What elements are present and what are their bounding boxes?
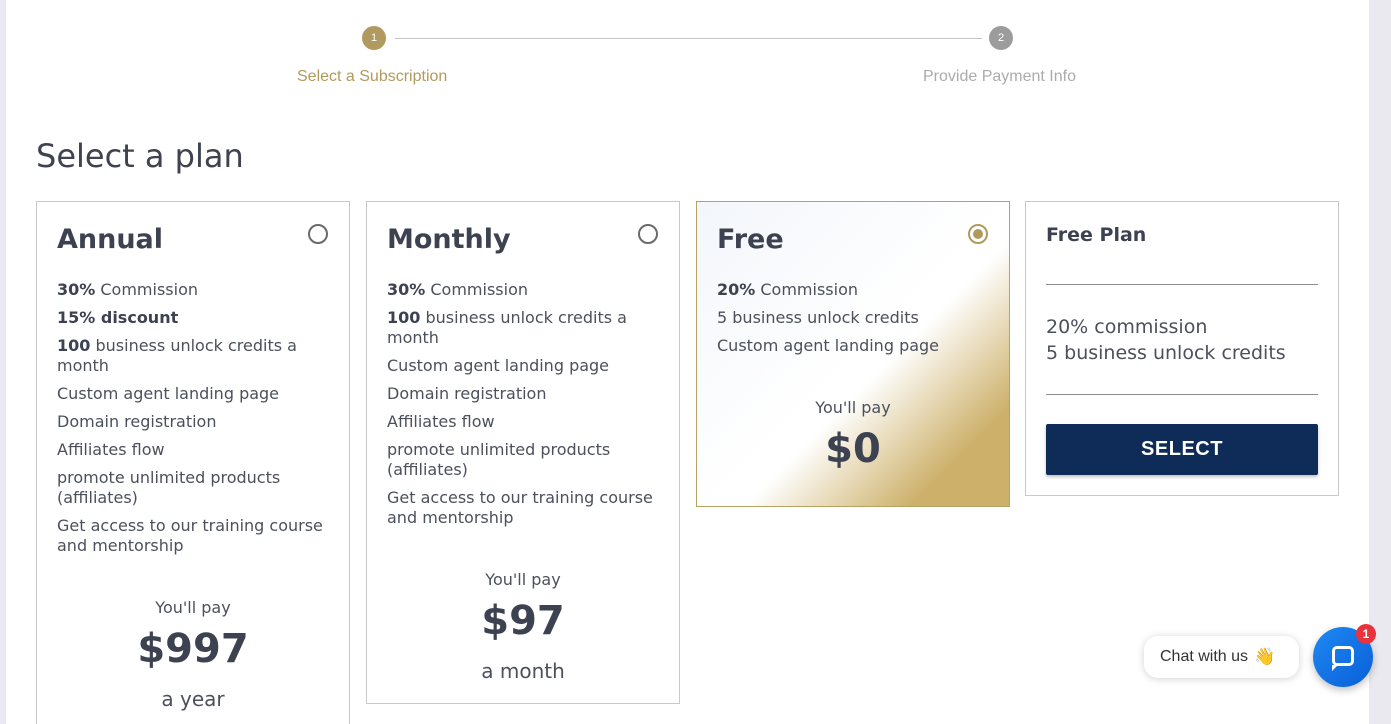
feature-item: 5 business unlock credits bbox=[717, 308, 919, 327]
step-1-label: Select a Subscription bbox=[297, 68, 448, 85]
feature-item: Get access to our training course and me… bbox=[57, 516, 323, 555]
plan-price: $0 bbox=[825, 426, 881, 472]
feature-item: Custom agent landing page bbox=[57, 384, 280, 403]
pay-label: You'll pay bbox=[815, 398, 891, 417]
feature-item: promote unlimited products (affiliates) bbox=[387, 440, 611, 479]
plan-radio-annual[interactable] bbox=[308, 224, 328, 244]
pay-label: You'll pay bbox=[155, 598, 231, 617]
chat-label: Chat with us bbox=[1160, 648, 1249, 665]
plan-summary: Free Plan 20% commission 5 business unlo… bbox=[1025, 201, 1339, 496]
plan-period: a year bbox=[161, 687, 225, 711]
stepper-connector bbox=[395, 38, 982, 39]
plan-title: Annual bbox=[57, 224, 164, 255]
unread-badge: 1 bbox=[1356, 624, 1376, 644]
feature-item: 20% Commission bbox=[717, 280, 859, 299]
plan-radio-monthly[interactable] bbox=[638, 224, 658, 244]
summary-line: 20% commission bbox=[1046, 316, 1208, 338]
step-1-indicator: 1 bbox=[362, 26, 386, 50]
plan-features: 30% Commission 100 business unlock credi… bbox=[387, 280, 662, 536]
feature-item: 30% Commission bbox=[387, 280, 529, 299]
plan-price: $997 bbox=[137, 626, 249, 672]
feature-item: 100 business unlock credits a month bbox=[387, 308, 627, 347]
feature-item: Custom agent landing page bbox=[387, 356, 610, 375]
plan-features: 20% Commission 5 business unlock credits… bbox=[717, 280, 992, 364]
plan-title: Free bbox=[717, 224, 784, 255]
plan-period: a month bbox=[481, 659, 565, 683]
step-2-indicator: 2 bbox=[989, 26, 1013, 50]
feature-item: 100 business unlock credits a month bbox=[57, 336, 297, 375]
feature-item: promote unlimited products (affiliates) bbox=[57, 468, 281, 507]
plan-title: Monthly bbox=[387, 224, 511, 255]
plan-price: $97 bbox=[481, 598, 565, 644]
feature-item: 30% Commission bbox=[57, 280, 199, 299]
plan-card-free[interactable]: Free 20% Commission 5 business unlock cr… bbox=[696, 201, 1010, 507]
feature-item: Get access to our training course and me… bbox=[387, 488, 653, 527]
chat-bubble-icon bbox=[1332, 646, 1354, 671]
chat-with-us-prompt[interactable]: Chat with us 👋 bbox=[1144, 636, 1299, 678]
page-title: Select a plan bbox=[36, 137, 244, 175]
pay-label: You'll pay bbox=[485, 570, 561, 589]
step-2-label: Provide Payment Info bbox=[923, 68, 1076, 85]
summary-title: Free Plan bbox=[1046, 224, 1147, 246]
plan-radio-free[interactable] bbox=[968, 224, 988, 244]
feature-item: Domain registration bbox=[57, 412, 217, 431]
plan-features: 30% Commission 15% discount 100 business… bbox=[57, 280, 332, 564]
feature-item: Affiliates flow bbox=[57, 440, 165, 459]
waving-hand-icon: 👋 bbox=[1254, 647, 1276, 666]
page: 1 2 Select a Subscription Provide Paymen… bbox=[6, 0, 1369, 724]
summary-divider bbox=[1046, 394, 1318, 395]
plan-card-annual[interactable]: Annual 30% Commission 15% discount 100 b… bbox=[36, 201, 350, 724]
select-button[interactable]: SELECT bbox=[1046, 424, 1318, 475]
feature-item: Custom agent landing page bbox=[717, 336, 940, 355]
feature-item: Domain registration bbox=[387, 384, 547, 403]
summary-line: 5 business unlock credits bbox=[1046, 342, 1286, 364]
feature-item: 15% discount bbox=[57, 308, 179, 327]
plan-card-monthly[interactable]: Monthly 30% Commission 100 business unlo… bbox=[366, 201, 680, 704]
summary-divider bbox=[1046, 284, 1318, 285]
feature-item: Affiliates flow bbox=[387, 412, 495, 431]
